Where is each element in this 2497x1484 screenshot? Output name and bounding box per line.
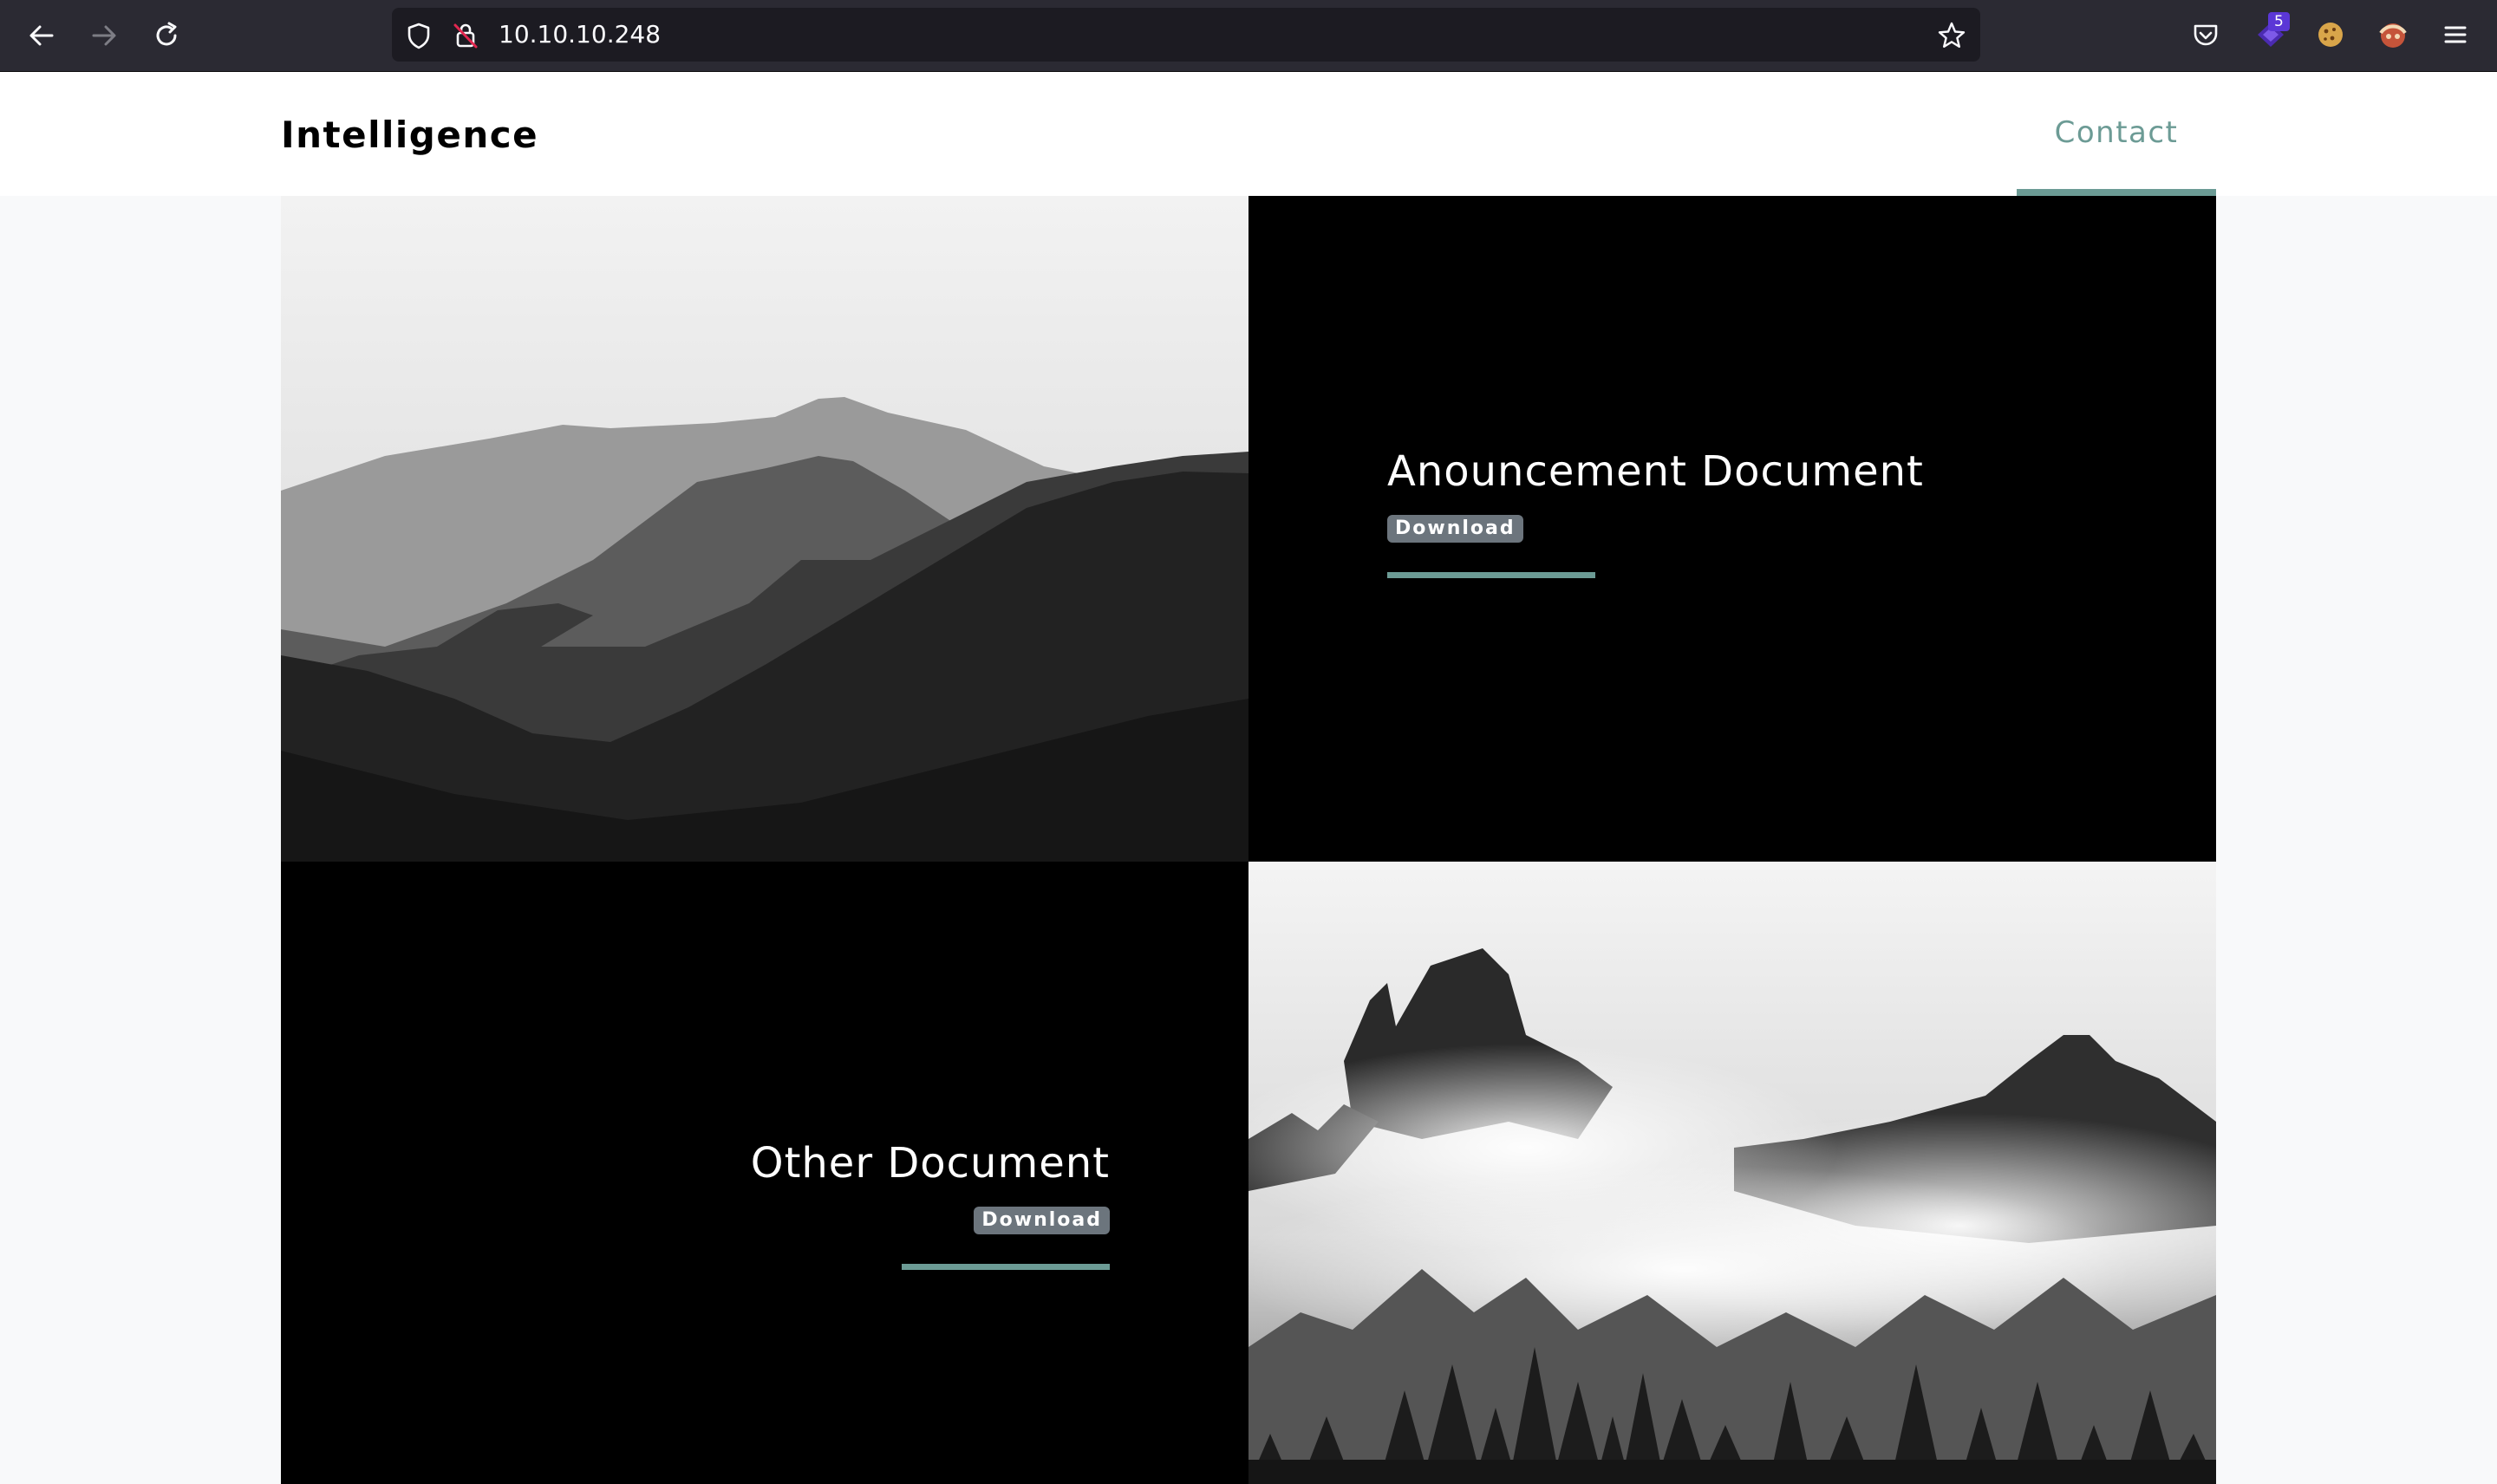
site-brand[interactable]: Intelligence (281, 114, 538, 156)
forward-button[interactable] (83, 15, 125, 56)
back-icon (29, 25, 54, 46)
star-icon[interactable] (1937, 21, 1966, 50)
browser-toolbar: 10.10.10.248 5 (0, 0, 2497, 72)
accent-line (1387, 572, 1595, 578)
document-title: Anouncement Document (1387, 447, 1924, 496)
download-button[interactable]: Download (974, 1207, 1110, 1234)
extension-badge: 5 (2268, 12, 2290, 31)
mountains-image (281, 196, 1248, 862)
reload-icon (156, 22, 177, 46)
reload-button[interactable] (146, 15, 187, 56)
nav-active-indicator (2017, 189, 2216, 196)
menu-icon[interactable] (2438, 17, 2473, 52)
address-bar[interactable]: 10.10.10.248 (392, 8, 1980, 62)
back-button[interactable] (21, 15, 62, 56)
accent-line (902, 1264, 1110, 1270)
pocket-icon[interactable] (2188, 17, 2223, 52)
foggy-mountains-image (1248, 862, 2216, 1484)
forward-icon (92, 25, 116, 46)
extension-icon[interactable] (2376, 17, 2410, 52)
site-header: Intelligence Contact (0, 72, 2497, 196)
url-text[interactable]: 10.10.10.248 (499, 22, 661, 48)
nav-contact[interactable]: Contact (2017, 72, 2216, 196)
shield-icon[interactable] (404, 21, 434, 50)
document-card-announcement: Anouncement Document Download (1248, 196, 2216, 862)
download-button[interactable]: Download (1387, 515, 1523, 543)
document-card-other: Other Document Download (281, 862, 1248, 1484)
cookie-icon[interactable] (2313, 17, 2348, 52)
nav-contact-label[interactable]: Contact (2017, 72, 2216, 150)
insecure-lock-icon[interactable] (451, 21, 480, 50)
extension-button[interactable]: 5 (2253, 12, 2290, 52)
document-title: Other Document (750, 1139, 1110, 1188)
